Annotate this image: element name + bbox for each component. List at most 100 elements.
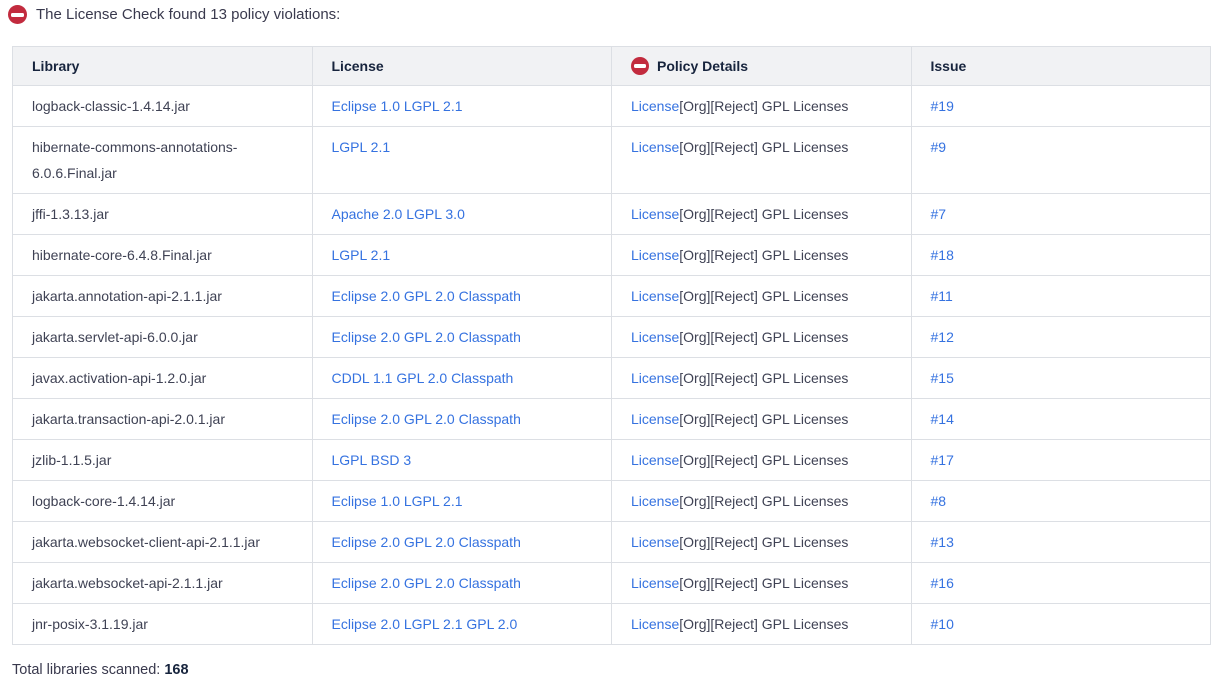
issue-link[interactable]: #8 (931, 493, 947, 509)
license-link[interactable]: Eclipse 1.0 LGPL 2.1 (332, 493, 463, 509)
issue-link[interactable]: #15 (931, 370, 954, 386)
library-cell: jakarta.websocket-api-2.1.1.jar (13, 563, 313, 604)
table-row: hibernate-core-6.4.8.Final.jar LGPL 2.1 … (13, 235, 1211, 276)
library-cell: jakarta.servlet-api-6.0.0.jar (13, 317, 313, 358)
library-name: jakarta.annotation-api-2.1.1.jar (32, 288, 222, 304)
violations-banner-text: The License Check found 13 policy violat… (36, 6, 340, 23)
policy-rest-text: [Org][Reject] GPL Licenses (679, 288, 848, 304)
violations-banner: The License Check found 13 policy violat… (8, 5, 1230, 24)
policy-rest-text: [Org][Reject] GPL Licenses (679, 370, 848, 386)
policy-license-link[interactable]: License (631, 206, 679, 222)
total-scanned-value: 168 (164, 662, 188, 678)
license-cell: Eclipse 2.0 GPL 2.0 Classpath (312, 522, 612, 563)
issue-link[interactable]: #13 (931, 534, 954, 550)
issue-cell: #10 (911, 604, 1211, 645)
issue-link[interactable]: #9 (931, 139, 947, 155)
license-link[interactable]: Eclipse 2.0 LGPL 2.1 GPL 2.0 (332, 616, 518, 632)
table-row: hibernate-commons-annotations-6.0.6.Fina… (13, 127, 1211, 194)
license-link[interactable]: Eclipse 2.0 GPL 2.0 Classpath (332, 329, 521, 345)
license-cell: CDDL 1.1 GPL 2.0 Classpath (312, 358, 612, 399)
table-row: jakarta.servlet-api-6.0.0.jar Eclipse 2.… (13, 317, 1211, 358)
policy-details-cell: License[Org][Reject] GPL Licenses (612, 399, 912, 440)
issue-link[interactable]: #14 (931, 411, 954, 427)
license-cell: Eclipse 1.0 LGPL 2.1 (312, 86, 612, 127)
policy-rest-text: [Org][Reject] GPL Licenses (679, 452, 848, 468)
policy-rest-text: [Org][Reject] GPL Licenses (679, 411, 848, 427)
license-link[interactable]: LGPL BSD 3 (332, 452, 412, 468)
table-row: javax.activation-api-1.2.0.jar CDDL 1.1 … (13, 358, 1211, 399)
column-header-policy-label: Policy Details (657, 53, 748, 79)
license-link[interactable]: Eclipse 2.0 GPL 2.0 Classpath (332, 575, 521, 591)
issue-link[interactable]: #19 (931, 98, 954, 114)
license-link[interactable]: Eclipse 2.0 GPL 2.0 Classpath (332, 534, 521, 550)
license-link[interactable]: Apache 2.0 LGPL 3.0 (332, 206, 465, 222)
policy-license-link[interactable]: License (631, 329, 679, 345)
license-cell: Apache 2.0 LGPL 3.0 (312, 194, 612, 235)
no-entry-icon (631, 57, 649, 75)
library-cell: hibernate-commons-annotations-6.0.6.Fina… (13, 127, 313, 194)
issue-cell: #14 (911, 399, 1211, 440)
library-name: jffi-1.3.13.jar (32, 206, 109, 222)
license-link[interactable]: CDDL 1.1 GPL 2.0 Classpath (332, 370, 514, 386)
issue-cell: #13 (911, 522, 1211, 563)
policy-license-link[interactable]: License (631, 288, 679, 304)
column-header-license: License (312, 47, 612, 86)
policy-license-link[interactable]: License (631, 370, 679, 386)
policy-details-cell: License[Org][Reject] GPL Licenses (612, 481, 912, 522)
policy-license-link[interactable]: License (631, 452, 679, 468)
issue-link[interactable]: #17 (931, 452, 954, 468)
library-cell: jzlib-1.1.5.jar (13, 440, 313, 481)
policy-details-cell: License[Org][Reject] GPL Licenses (612, 522, 912, 563)
license-link[interactable]: Eclipse 2.0 GPL 2.0 Classpath (332, 288, 521, 304)
policy-rest-text: [Org][Reject] GPL Licenses (679, 206, 848, 222)
license-link[interactable]: LGPL 2.1 (332, 139, 391, 155)
issue-cell: #8 (911, 481, 1211, 522)
policy-rest-text: [Org][Reject] GPL Licenses (679, 616, 848, 632)
library-cell: jffi-1.3.13.jar (13, 194, 313, 235)
issue-link[interactable]: #18 (931, 247, 954, 263)
policy-license-link[interactable]: License (631, 411, 679, 427)
issue-cell: #11 (911, 276, 1211, 317)
library-cell: jnr-posix-3.1.19.jar (13, 604, 313, 645)
library-cell: jakarta.transaction-api-2.0.1.jar (13, 399, 313, 440)
issue-link[interactable]: #16 (931, 575, 954, 591)
license-cell: Eclipse 2.0 GPL 2.0 Classpath (312, 317, 612, 358)
policy-details-cell: License[Org][Reject] GPL Licenses (612, 194, 912, 235)
library-name: jakarta.websocket-api-2.1.1.jar (32, 575, 223, 591)
total-scanned-label: Total libraries scanned: (12, 662, 164, 678)
license-cell: Eclipse 2.0 GPL 2.0 Classpath (312, 563, 612, 604)
library-cell: javax.activation-api-1.2.0.jar (13, 358, 313, 399)
policy-license-link[interactable]: License (631, 98, 679, 114)
policy-details-cell: License[Org][Reject] GPL Licenses (612, 317, 912, 358)
license-link[interactable]: LGPL 2.1 (332, 247, 391, 263)
policy-details-cell: License[Org][Reject] GPL Licenses (612, 604, 912, 645)
column-header-library: Library (13, 47, 313, 86)
policy-details-cell: License[Org][Reject] GPL Licenses (612, 440, 912, 481)
library-cell: hibernate-core-6.4.8.Final.jar (13, 235, 313, 276)
library-name: jnr-posix-3.1.19.jar (32, 616, 148, 632)
issue-link[interactable]: #11 (931, 288, 953, 304)
issue-link[interactable]: #12 (931, 329, 954, 345)
policy-license-link[interactable]: License (631, 575, 679, 591)
policy-license-link[interactable]: License (631, 616, 679, 632)
column-header-library-label: Library (32, 58, 79, 74)
policy-details-cell: License[Org][Reject] GPL Licenses (612, 127, 912, 194)
total-scanned-summary: Total libraries scanned: 168 (12, 662, 1230, 678)
policy-license-link[interactable]: License (631, 247, 679, 263)
license-cell: LGPL BSD 3 (312, 440, 612, 481)
policy-license-link[interactable]: License (631, 493, 679, 509)
table-row: logback-core-1.4.14.jar Eclipse 1.0 LGPL… (13, 481, 1211, 522)
issue-link[interactable]: #7 (931, 206, 947, 222)
library-name: javax.activation-api-1.2.0.jar (32, 370, 206, 386)
policy-rest-text: [Org][Reject] GPL Licenses (679, 493, 848, 509)
license-cell: LGPL 2.1 (312, 127, 612, 194)
license-link[interactable]: Eclipse 2.0 GPL 2.0 Classpath (332, 411, 521, 427)
license-cell: Eclipse 1.0 LGPL 2.1 (312, 481, 612, 522)
policy-details-cell: License[Org][Reject] GPL Licenses (612, 276, 912, 317)
license-link[interactable]: Eclipse 1.0 LGPL 2.1 (332, 98, 463, 114)
issue-link[interactable]: #10 (931, 616, 954, 632)
policy-license-link[interactable]: License (631, 139, 679, 155)
issue-cell: #17 (911, 440, 1211, 481)
policy-license-link[interactable]: License (631, 534, 679, 550)
library-name: hibernate-core-6.4.8.Final.jar (32, 247, 212, 263)
